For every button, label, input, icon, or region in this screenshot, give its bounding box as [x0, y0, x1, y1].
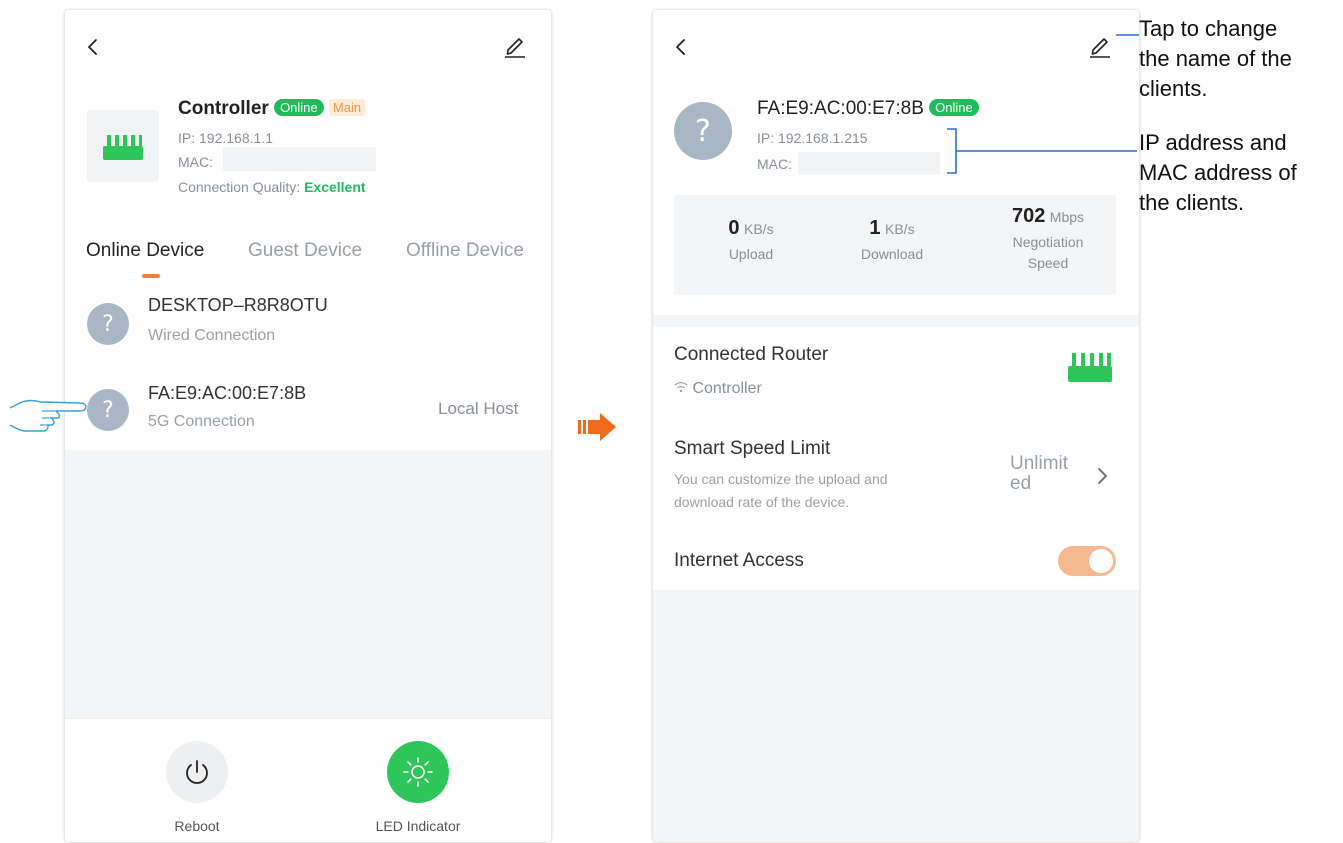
tab-guest-device[interactable]: Guest Device	[248, 240, 362, 262]
device-name: DESKTOP–R8R8OTU	[148, 295, 328, 315]
speed-label-line1: Negotiation	[1012, 234, 1084, 250]
reboot-label: Reboot	[174, 818, 220, 834]
speed-value: 702	[1011, 205, 1046, 227]
wifi-icon	[674, 382, 688, 393]
unknown-device-icon: ?	[87, 389, 129, 431]
list-item[interactable]: ? DESKTOP–R8R8OTU Wired Connection	[65, 285, 551, 365]
device-list-screen: Controller Online Main IP: 192.168.1.1 M…	[65, 10, 551, 842]
device-ip: IP: 192.168.1.215	[757, 130, 868, 146]
address-annotation: IP address and MAC address of the client…	[1139, 128, 1297, 218]
next-screen-arrow-icon	[578, 413, 616, 441]
smart-speed-limit-row[interactable]: Smart Speed Limit You can customize the …	[653, 430, 1139, 516]
quality-value: Excellent	[304, 179, 366, 195]
ip-label: IP:	[757, 130, 775, 146]
mac-label: MAC:	[757, 156, 792, 172]
back-icon[interactable]	[673, 36, 689, 58]
router-name: Controller	[692, 380, 762, 397]
edit-icon[interactable]	[502, 32, 528, 58]
active-tab-indicator	[142, 274, 160, 278]
toggle-knob	[1089, 549, 1113, 573]
internet-access-title: Internet Access	[674, 550, 804, 571]
rename-annotation-line1: Tap to change	[1139, 16, 1278, 41]
speed-limit-value-line1: Unlimit	[1010, 453, 1069, 474]
rename-annotation: Tap to change the name of the clients.	[1139, 14, 1292, 104]
device-detail-screen: ? FA:E9:AC:00:E7:8B Online IP: 192.168.1…	[653, 10, 1139, 842]
download-label: Download	[860, 246, 924, 262]
upload-unit: KB/s	[744, 221, 774, 237]
download-stat: 1 KB/s Download	[837, 217, 947, 265]
connected-router-value: Controller	[674, 380, 762, 398]
upload-label: Upload	[728, 246, 774, 262]
speed-limit-value: Unlimit ed	[1010, 454, 1068, 494]
edit-name-icon[interactable]	[1087, 32, 1113, 58]
tap-hand-icon	[9, 399, 87, 432]
chevron-right-icon	[1098, 468, 1107, 484]
device-header: FA:E9:AC:00:E7:8B Online	[757, 98, 979, 120]
upload-value: 0	[728, 217, 740, 239]
device-name: FA:E9:AC:00:E7:8B	[757, 98, 924, 119]
ip-value: 192.168.1.1	[199, 130, 273, 146]
device-connection: Wired Connection	[148, 327, 276, 344]
connected-router-title: Connected Router	[674, 344, 829, 365]
unknown-device-avatar-icon: ?	[674, 102, 732, 160]
router-icon	[103, 135, 143, 160]
rename-annotation-line3: clients.	[1139, 76, 1208, 101]
power-icon	[186, 760, 208, 784]
online-badge: Online	[929, 99, 979, 116]
traffic-stats-panel: 0 KB/s Upload 1 KB/s Download 702 Mbps N…	[674, 195, 1116, 295]
online-badge: Online	[274, 99, 324, 116]
mac-label: MAC:	[178, 154, 213, 170]
led-indicator-button[interactable]	[387, 741, 449, 803]
led-indicator-label: LED Indicator	[375, 818, 461, 834]
controller-name: Controller	[178, 98, 269, 119]
sun-icon	[403, 757, 433, 787]
controller-ip: IP: 192.168.1.1	[178, 130, 273, 146]
quality-label: Connection Quality:	[178, 179, 301, 195]
router-thumbnail	[87, 110, 159, 182]
empty-list-area	[65, 450, 551, 720]
speed-limit-desc-line1: You can customize the upload and	[674, 471, 888, 487]
tab-offline-device[interactable]: Offline Device	[406, 240, 524, 262]
controller-mac: MAC:	[178, 154, 213, 170]
upload-stat: 0 KB/s Upload	[696, 217, 806, 265]
address-annotation-line3: the clients.	[1139, 190, 1245, 215]
address-annotation-line2: MAC address of	[1139, 160, 1297, 185]
list-item[interactable]: ? FA:E9:AC:00:E7:8B 5G Connection Local …	[65, 375, 551, 450]
rename-annotation-line2: the name of the	[1139, 46, 1292, 71]
tab-online-device[interactable]: Online Device	[86, 240, 204, 262]
speed-label-line2: Speed	[1027, 255, 1069, 271]
internet-access-toggle[interactable]	[1058, 546, 1116, 576]
mac-redacted-box	[798, 152, 940, 175]
back-icon[interactable]	[85, 36, 101, 58]
controller-header: Controller Online Main	[178, 98, 366, 120]
address-annotation-line1: IP address and	[1139, 130, 1287, 155]
device-mac: MAC:	[757, 156, 792, 172]
connection-quality: Connection Quality: Excellent	[178, 179, 366, 195]
speed-limit-value-line2: ed	[1010, 473, 1032, 494]
download-unit: KB/s	[885, 221, 915, 237]
local-host-tag: Local Host	[438, 399, 519, 418]
ip-label: IP:	[178, 130, 196, 146]
download-value: 1	[869, 217, 881, 239]
mac-redacted-box	[223, 147, 376, 171]
ip-value: 192.168.1.215	[778, 130, 868, 146]
speed-unit: Mbps	[1049, 209, 1085, 225]
negotiation-speed-stat: 702 Mbps Negotiation Speed	[988, 205, 1108, 274]
section-divider	[653, 315, 1139, 327]
speed-limit-desc-line2: download rate of the device.	[674, 494, 850, 510]
device-name: FA:E9:AC:00:E7:8B	[148, 383, 307, 403]
empty-detail-area	[653, 590, 1139, 842]
speed-limit-title: Smart Speed Limit	[674, 438, 831, 459]
unknown-device-icon: ?	[87, 303, 129, 345]
main-badge: Main	[328, 99, 366, 116]
reboot-button[interactable]	[166, 741, 228, 803]
device-connection: 5G Connection	[148, 413, 255, 430]
router-icon	[1068, 353, 1112, 382]
bottom-action-bar: Reboot LED Indicator	[65, 718, 551, 842]
